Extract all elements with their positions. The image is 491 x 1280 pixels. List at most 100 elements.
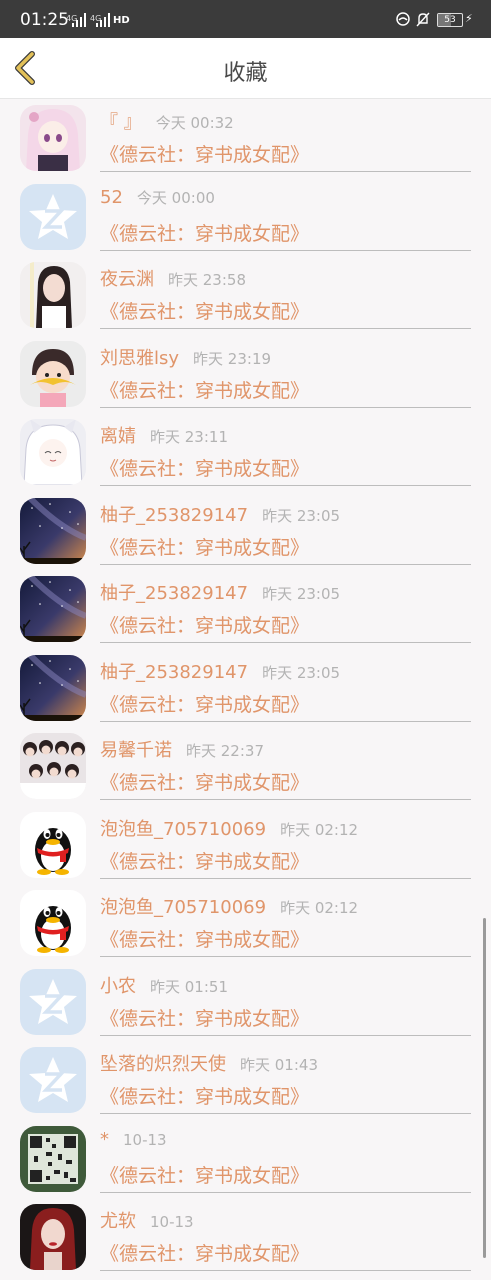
list-item-content: * 10-13 《德云社：穿书成女配》	[100, 1120, 471, 1193]
list-item-header: 柚子_253829147 昨天 23:05	[100, 658, 340, 684]
list-item-content: 坠落的炽烈天使 昨天 01:43 《德云社：穿书成女配》	[100, 1041, 471, 1114]
list-item-header: 泡泡鱼_705710069 昨天 02:12	[100, 815, 358, 841]
list-item[interactable]: 离婧 昨天 23:11 《德云社：穿书成女配》	[0, 413, 491, 492]
book-title[interactable]: 《德云社：穿书成女配》	[100, 690, 309, 717]
user-name[interactable]: 柚子_253829147	[100, 505, 248, 526]
scrollbar[interactable]	[483, 918, 486, 1258]
book-title[interactable]: 《德云社：穿书成女配》	[100, 1004, 309, 1031]
avatar[interactable]	[20, 419, 86, 485]
list-item-header: 离婧 昨天 23:11	[100, 422, 228, 448]
user-name[interactable]: 泡泡鱼_705710069	[100, 819, 266, 840]
book-title[interactable]: 《德云社：穿书成女配》	[100, 533, 309, 560]
user-name[interactable]: 易馨千诺	[100, 740, 172, 761]
book-title[interactable]: 《德云社：穿书成女配》	[100, 611, 309, 638]
book-title[interactable]: 《德云社：穿书成女配》	[100, 219, 309, 246]
avatar[interactable]	[20, 105, 86, 171]
timestamp: 昨天 02:12	[280, 820, 359, 839]
timestamp: 昨天 01:51	[150, 977, 228, 996]
list-item[interactable]: 泡泡鱼_705710069 昨天 02:12 《德云社：穿书成女配》	[0, 884, 491, 963]
list-item[interactable]: 坠落的炽烈天使 昨天 01:43 《德云社：穿书成女配》	[0, 1041, 491, 1120]
user-name[interactable]: 小农	[100, 976, 136, 997]
user-name[interactable]: 柚子_253829147	[100, 583, 248, 604]
list-item[interactable]: 柚子_253829147 昨天 23:05 《德云社：穿书成女配》	[0, 570, 491, 649]
status-time: 01:25	[20, 10, 69, 30]
timestamp: 昨天 23:05	[262, 585, 341, 603]
list-item[interactable]: 易馨千诺 昨天 22:37 《德云社：穿书成女配》	[0, 727, 491, 806]
timestamp: 昨天 01:43	[240, 1056, 318, 1074]
user-name[interactable]: 52	[100, 187, 123, 208]
avatar[interactable]	[20, 654, 86, 721]
list-item[interactable]: 小农 昨天 01:51 《德云社：穿书成女配》	[0, 963, 491, 1042]
user-name[interactable]: 柚子_253829147	[100, 662, 248, 683]
timestamp: 今天 00:32	[155, 114, 234, 132]
avatar[interactable]	[20, 1047, 86, 1113]
list-item[interactable]: 泡泡鱼_705710069 昨天 02:12 《德云社：穿书成女配》	[0, 806, 491, 885]
list-item[interactable]: 尤软 10-13 《德云社：穿书成女配》	[0, 1198, 491, 1277]
book-title[interactable]: 《德云社：穿书成女配》	[100, 454, 309, 481]
hd-label: HD	[113, 15, 130, 26]
avatar[interactable]	[20, 968, 86, 1035]
book-title[interactable]: 《德云社：穿书成女配》	[100, 1239, 309, 1266]
list-item[interactable]: 『 』今天 00:32 《德云社：穿书成女配》	[0, 99, 491, 178]
avatar[interactable]	[20, 340, 86, 407]
list-item-content: 离婧 昨天 23:11 《德云社：穿书成女配》	[100, 413, 471, 486]
list-item-header: 尤软 10-13	[100, 1207, 194, 1233]
avatar[interactable]	[20, 811, 86, 878]
avatar[interactable]	[20, 1125, 86, 1192]
list-item-content: 夜云渊 昨天 23:58 《德云社：穿书成女配》	[100, 256, 471, 329]
user-name[interactable]: 离婧	[100, 426, 136, 447]
list-item-header: 泡泡鱼_705710069 昨天 02:12	[100, 893, 358, 919]
list-item-content: 尤软 10-13 《德云社：穿书成女配》	[100, 1198, 471, 1271]
list-item-header: 52 今天 00:00	[100, 187, 215, 208]
book-title[interactable]: 《德云社：穿书成女配》	[100, 297, 309, 324]
user-name[interactable]: *	[100, 1129, 109, 1150]
avatar[interactable]	[20, 733, 86, 799]
list-item-header: 夜云渊 昨天 23:58	[100, 265, 246, 291]
bell-muted-icon	[416, 12, 430, 27]
user-name[interactable]: 夜云渊	[100, 269, 154, 290]
book-title[interactable]: 《德云社：穿书成女配》	[100, 768, 309, 795]
list-item-content: 刘思雅lsy 昨天 23:19 《德云社：穿书成女配》	[100, 335, 471, 408]
list-item[interactable]: * 10-13 《德云社：穿书成女配》	[0, 1120, 491, 1199]
list-item-content: 『 』今天 00:32 《德云社：穿书成女配》	[100, 99, 471, 172]
book-title[interactable]: 《德云社：穿书成女配》	[100, 1161, 309, 1188]
charging-icon: ⚡	[465, 12, 473, 25]
list-item[interactable]: 刘思雅lsy 昨天 23:19 《德云社：穿书成女配》	[0, 335, 491, 414]
avatar[interactable]	[20, 1204, 86, 1270]
list-item-header: 柚子_253829147 昨天 23:05	[100, 501, 340, 527]
page-title: 收藏	[223, 61, 268, 86]
user-name[interactable]: 『 』	[100, 112, 142, 133]
book-title[interactable]: 《德云社：穿书成女配》	[100, 376, 309, 403]
user-name[interactable]: 尤软	[100, 1211, 136, 1232]
user-name[interactable]: 刘思雅lsy	[100, 348, 179, 369]
list-item-content: 泡泡鱼_705710069 昨天 02:12 《德云社：穿书成女配》	[100, 884, 471, 957]
list-item[interactable]: 柚子_253829147 昨天 23:05 《德云社：穿书成女配》	[0, 492, 491, 571]
list-item-content: 柚子_253829147 昨天 23:05 《德云社：穿书成女配》	[100, 570, 471, 643]
list-item-content: 柚子_253829147 昨天 23:05 《德云社：穿书成女配》	[100, 649, 471, 722]
battery-level: 53	[444, 15, 456, 25]
book-title[interactable]: 《德云社：穿书成女配》	[100, 847, 309, 874]
signal-icon	[96, 13, 110, 27]
user-name[interactable]: 坠落的炽烈天使	[100, 1054, 226, 1075]
list-item-content: 易馨千诺 昨天 22:37 《德云社：穿书成女配》	[100, 727, 471, 800]
status-bar: 01:25 4G 4G HD 53 ⚡	[0, 0, 491, 38]
list-item-header: 刘思雅lsy 昨天 23:19	[100, 344, 271, 370]
signal-icon	[72, 13, 86, 27]
list-item-header: 『 』今天 00:32	[100, 108, 234, 134]
avatar[interactable]	[20, 262, 86, 328]
avatar[interactable]	[20, 497, 86, 564]
book-title[interactable]: 《德云社：穿书成女配》	[100, 925, 309, 952]
list-item[interactable]: 柚子_253829147 昨天 23:05 《德云社：穿书成女配》	[0, 649, 491, 728]
list-item-header: * 10-13	[100, 1129, 167, 1150]
user-name[interactable]: 泡泡鱼_705710069	[100, 897, 266, 918]
app-header: 收藏	[0, 38, 491, 99]
avatar[interactable]	[20, 890, 86, 956]
timestamp: 昨天 23:05	[262, 506, 341, 525]
book-title[interactable]: 《德云社：穿书成女配》	[100, 1082, 309, 1109]
list-item[interactable]: 夜云渊 昨天 23:58 《德云社：穿书成女配》	[0, 256, 491, 335]
list-item-content: 52 今天 00:00 《德云社：穿书成女配》	[100, 178, 471, 251]
avatar[interactable]	[20, 576, 86, 642]
avatar[interactable]	[20, 183, 86, 250]
book-title[interactable]: 《德云社：穿书成女配》	[100, 140, 309, 167]
list-item[interactable]: 52 今天 00:00 《德云社：穿书成女配》	[0, 178, 491, 257]
